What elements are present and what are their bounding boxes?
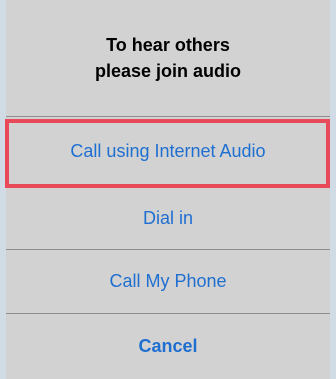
cancel-button[interactable]: Cancel (6, 314, 330, 379)
title-line-1: To hear others (106, 35, 230, 55)
dial-in-button[interactable]: Dial in (6, 187, 330, 249)
join-audio-sheet: To hear others please join audio Call us… (6, 0, 330, 379)
call-my-phone-button[interactable]: Call My Phone (6, 250, 330, 313)
title-line-2: please join audio (94, 61, 242, 81)
dialog-title: To hear others please join audio (6, 0, 330, 116)
call-internet-audio-button[interactable]: Call using Internet Audio (6, 117, 330, 186)
